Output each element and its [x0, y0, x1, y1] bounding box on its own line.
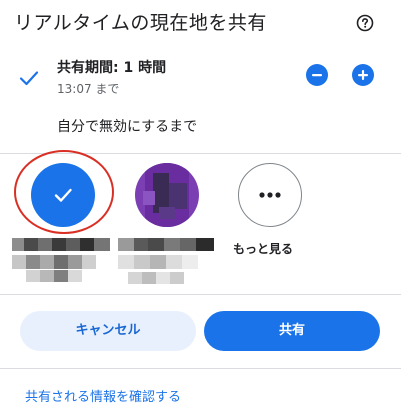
censor-pixel — [52, 238, 66, 251]
censor-pixel — [68, 255, 82, 269]
censor-pixel — [54, 270, 68, 282]
censor-pixel — [40, 255, 54, 269]
censor-pixel — [94, 238, 110, 251]
censor-pixel — [40, 270, 54, 282]
checkmark-icon — [54, 188, 72, 202]
plus-icon — [358, 70, 368, 80]
divider — [0, 368, 401, 369]
censor-pixel — [12, 255, 26, 269]
help-icon[interactable] — [356, 14, 374, 32]
censor-pixel — [82, 255, 96, 269]
censor-pixel — [26, 270, 40, 282]
minus-icon — [312, 74, 322, 77]
more-horiz-icon — [259, 192, 281, 198]
censor-pixel — [118, 255, 134, 269]
avatar-pixel — [169, 183, 187, 209]
censor-pixel — [128, 272, 142, 284]
checkmark-icon — [18, 67, 40, 89]
page-title: リアルタイムの現在地を共有 — [14, 12, 267, 34]
censor-pixel — [134, 238, 148, 251]
until-turn-off-option[interactable]: 自分で無効にするまで — [57, 116, 197, 136]
avatar-pixel — [143, 191, 155, 205]
censor-pixel — [134, 255, 150, 269]
cancel-button[interactable]: キャンセル — [20, 311, 196, 351]
more-contacts-button[interactable] — [238, 163, 302, 227]
duration-label[interactable]: 共有期間: 1 時間 — [57, 57, 166, 77]
censor-pixel — [142, 272, 156, 284]
censor-pixel — [66, 238, 80, 251]
avatar-pixel — [159, 207, 175, 219]
censor-pixel — [182, 255, 198, 269]
duration-until-time: 13:07 まで — [57, 82, 120, 96]
censor-pixel — [118, 238, 134, 251]
censor-pixel — [68, 270, 82, 282]
censor-pixel — [180, 238, 196, 251]
censor-pixel — [170, 272, 184, 284]
censor-pixel — [164, 238, 180, 251]
divider — [0, 294, 401, 295]
censor-pixel — [38, 238, 52, 251]
censor-pixel — [166, 255, 182, 269]
censor-pixel — [12, 238, 24, 251]
censor-pixel — [156, 272, 170, 284]
contact-selected[interactable] — [31, 163, 95, 227]
censor-pixel — [80, 238, 94, 251]
share-button[interactable]: 共有 — [204, 311, 380, 351]
censor-pixel — [26, 255, 40, 269]
censor-pixel — [196, 238, 214, 251]
increase-duration-button[interactable] — [352, 64, 374, 86]
censor-pixel — [54, 255, 68, 269]
more-contacts-label: もっと見る — [233, 242, 294, 256]
censor-pixel — [24, 238, 38, 251]
review-shared-info-link[interactable]: 共有される情報を確認する — [25, 386, 181, 405]
censor-pixel — [150, 255, 166, 269]
censor-pixel — [148, 238, 164, 251]
avatar[interactable] — [135, 163, 199, 227]
decrease-duration-button[interactable] — [306, 64, 328, 86]
